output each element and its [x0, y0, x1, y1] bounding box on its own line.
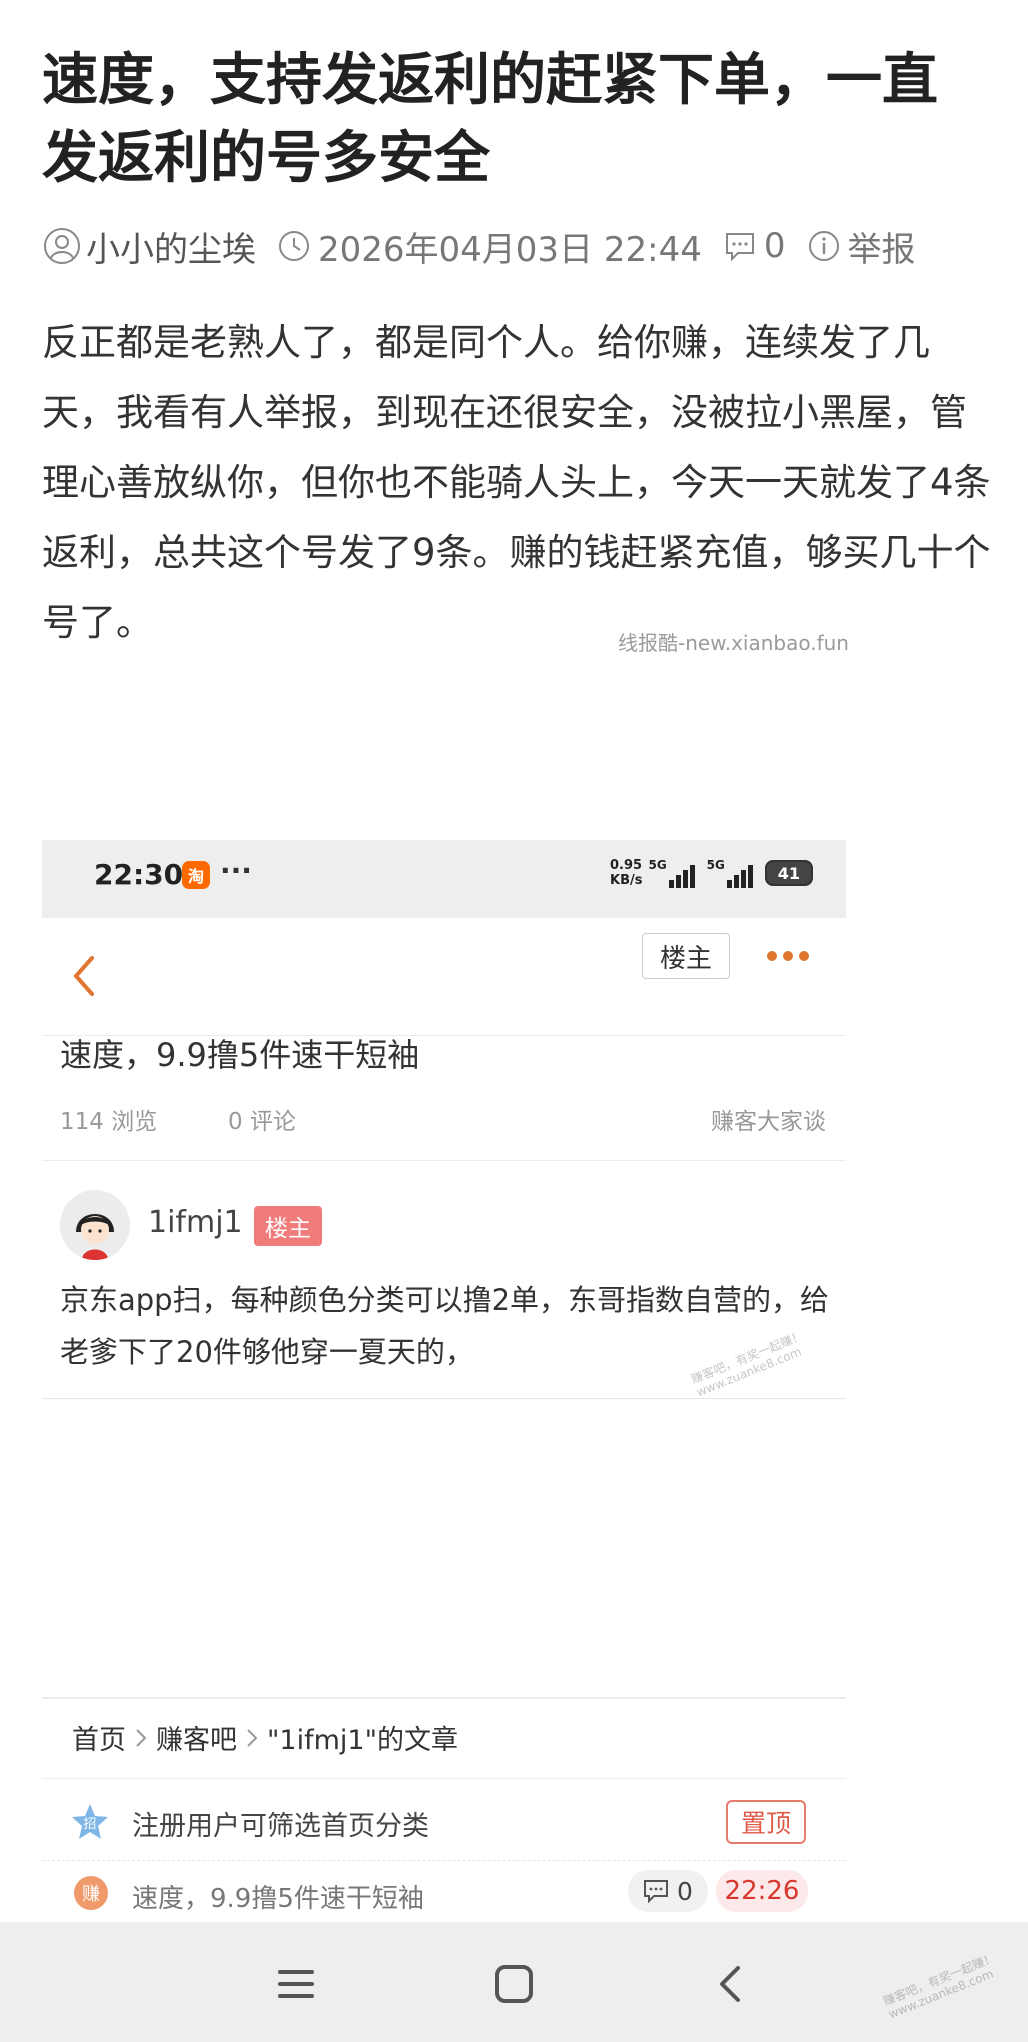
breadcrumb-user-articles[interactable]: "1ifmj1"的文章 — [267, 1718, 458, 1757]
list-item[interactable]: 招 注册用户可筛选首页分类 置顶 — [42, 1788, 846, 1858]
list-item-text[interactable]: 注册用户可筛选首页分类 — [132, 1804, 429, 1843]
divider — [42, 1398, 846, 1399]
report-link[interactable]: 举报 — [848, 222, 916, 271]
comment-count[interactable]: 0 — [764, 226, 786, 266]
board-name[interactable]: 赚客大家谈 — [711, 1102, 826, 1136]
status-more-dots: ··· — [220, 854, 252, 887]
view-count: 114 浏览 — [60, 1109, 158, 1135]
home-icon[interactable] — [490, 1960, 538, 2008]
earn-icon: 赚 — [74, 1876, 108, 1910]
article-title: 速度，支持发返利的赶紧下单，一直发返利的号多安全 — [42, 48, 938, 191]
author-name[interactable]: 小小的尘埃 — [86, 222, 256, 271]
system-nav-bar — [0, 1922, 1028, 2042]
divider — [42, 1160, 846, 1161]
signal-icon-1: 5G — [648, 858, 696, 888]
back-icon[interactable] — [708, 1960, 756, 2008]
breadcrumb-home[interactable]: 首页 — [72, 1718, 126, 1757]
breadcrumb: 首页 赚客吧 "1ifmj1"的文章 — [72, 1718, 458, 1757]
more-options-icon[interactable] — [764, 946, 812, 966]
op-badge: 楼主 — [254, 1206, 322, 1246]
list-comment-count: 0 — [628, 1870, 708, 1912]
network-speed: 0.95 KB/s — [610, 858, 643, 888]
avatar[interactable] — [60, 1190, 130, 1260]
post-title: 速度，9.9撸5件速干短袖 — [60, 1036, 420, 1074]
recent-apps-icon[interactable] — [272, 1960, 320, 2008]
status-bar: 22:30 淘 ··· 0.95 KB/s 5G 5G 41 — [42, 840, 846, 918]
owner-only-button[interactable]: 楼主 — [642, 933, 730, 979]
status-indicators: 0.95 KB/s 5G 5G 41 — [610, 858, 813, 888]
post-datetime: 2026年04月03日 22:44 — [318, 229, 702, 270]
breadcrumb-board[interactable]: 赚客吧 — [156, 1718, 237, 1757]
clock-icon — [274, 226, 314, 266]
pinned-badge: 置顶 — [726, 1800, 806, 1844]
back-arrow-icon[interactable] — [64, 946, 104, 1006]
comment-icon — [720, 226, 760, 266]
signal-icon-2: 5G — [707, 858, 755, 888]
battery-icon: 41 — [764, 860, 813, 886]
status-time: 22:30 — [94, 858, 184, 891]
divider — [42, 1778, 846, 1779]
chevron-right-icon — [136, 1728, 147, 1747]
list-item[interactable]: 赚 速度，9.9撸5件速干短袖 0 22:26 — [42, 1866, 846, 1922]
comment-icon — [644, 1880, 669, 1903]
list-time: 22:26 — [716, 1870, 808, 1912]
comment-count-label: 0 评论 — [228, 1109, 296, 1135]
divider — [42, 1860, 846, 1861]
reply-username[interactable]: 1ifmj1 — [148, 1205, 243, 1240]
taobao-app-icon: 淘 — [182, 861, 210, 889]
svg-text:招: 招 — [83, 1817, 96, 1832]
info-icon — [804, 226, 844, 266]
user-icon — [42, 226, 82, 266]
article-body: 反正都是老熟人了，都是同个人。给你赚，连续发了几天，我看有人举报，到现在还很安全… — [42, 321, 991, 644]
star-badge-icon: 招 — [72, 1804, 108, 1839]
article-meta: 小小的尘埃 2026年04月03日 22:44 0 举报 — [42, 222, 916, 270]
divider — [42, 1697, 846, 1699]
chevron-right-icon — [247, 1728, 258, 1747]
list-item-text[interactable]: 速度，9.9撸5件速干短袖 — [132, 1878, 424, 1915]
source-watermark: 线报酷-new.xianbao.fun — [618, 631, 849, 655]
